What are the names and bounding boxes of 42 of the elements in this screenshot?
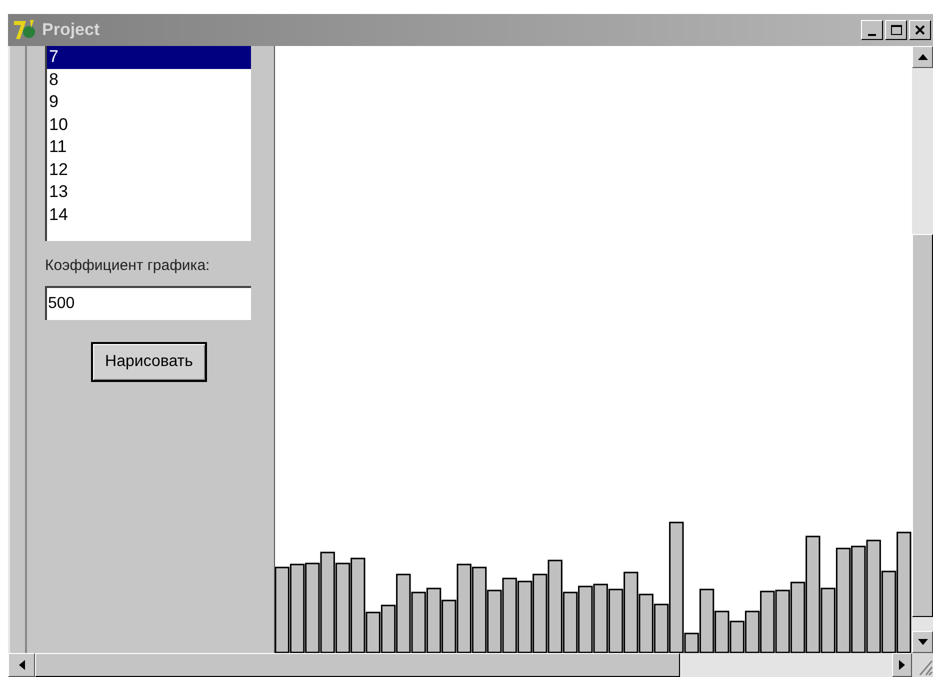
size-grip-icon <box>912 653 933 677</box>
right-arrow-icon <box>899 660 905 670</box>
chart-bar <box>638 594 654 653</box>
down-arrow-icon <box>918 639 928 645</box>
left-arrow-icon <box>18 660 24 670</box>
list-item[interactable]: 14 <box>47 204 251 226</box>
list-item[interactable]: 8 <box>47 68 251 91</box>
scroll-up-button[interactable] <box>912 46 933 68</box>
scroll-right-button[interactable] <box>892 653 912 677</box>
scroll-thumb[interactable] <box>912 234 933 617</box>
list-item[interactable]: 12 <box>47 158 251 181</box>
chart-bar <box>608 588 624 653</box>
scroll-thumb[interactable] <box>35 653 680 677</box>
chart-bar <box>730 620 744 653</box>
coefficient-label: Коэффициент графика: <box>45 256 211 276</box>
list-item[interactable]: 11 <box>47 136 251 158</box>
chart-bar <box>487 590 502 653</box>
vertical-scrollbar[interactable] <box>912 46 933 653</box>
scroll-left-button[interactable] <box>8 653 35 677</box>
window-title: Project <box>42 19 100 42</box>
list-item[interactable]: 7 <box>47 46 251 68</box>
chart-bar <box>411 592 426 653</box>
close-icon <box>915 25 925 35</box>
scroll-down-button[interactable] <box>912 631 933 653</box>
list-item[interactable]: 9 <box>47 91 251 114</box>
chart-bar <box>578 586 593 653</box>
number-list[interactable]: 7 8 9 10 11 12 13 14 <box>45 46 251 241</box>
draw-button[interactable]: Нарисовать <box>91 342 207 382</box>
minimize-icon <box>868 34 876 36</box>
close-button[interactable] <box>909 20 931 40</box>
chart-bar <box>775 590 790 653</box>
maximize-button[interactable] <box>885 20 907 40</box>
chart-bar <box>593 584 608 653</box>
up-arrow-icon <box>918 54 928 60</box>
list-item[interactable]: 10 <box>47 114 251 136</box>
maximize-icon <box>890 25 902 35</box>
list-item[interactable]: 13 <box>47 181 251 204</box>
minimize-button[interactable] <box>861 20 883 40</box>
chart-bar <box>426 588 442 653</box>
app-icon <box>12 18 38 42</box>
horizontal-scrollbar[interactable] <box>8 653 912 677</box>
coefficient-field[interactable]: 500 <box>45 286 251 320</box>
